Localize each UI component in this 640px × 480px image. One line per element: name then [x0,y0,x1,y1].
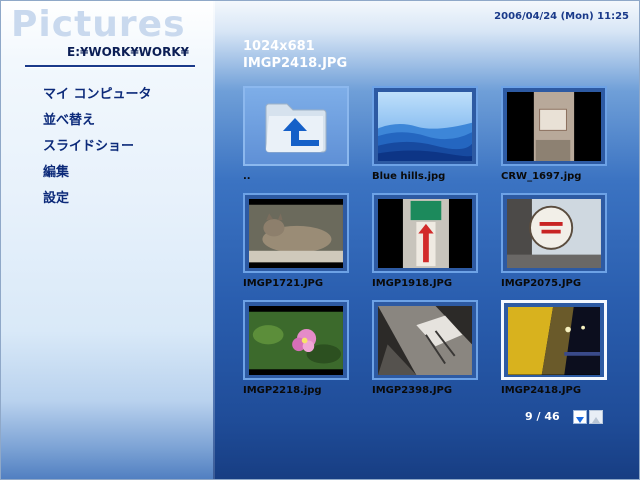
triangle-down-icon [576,417,584,423]
thumbnail-crw-1697[interactable]: CRW_1697.jpg [501,86,611,186]
thumbnail-label: .. [243,171,251,182]
menu-item-edit[interactable]: 編集 [43,165,152,191]
thumbnail-blue-hills[interactable]: Blue hills.jpg [372,86,482,186]
thumbnail-frame[interactable] [501,86,607,166]
clock: 2006/04/24 (Mon) 11:25 [494,11,629,22]
thumbnail-label: Blue hills.jpg [372,171,446,182]
page-indicator: 9 / 46 [525,410,560,423]
thumbnail-imgp1918[interactable]: IMGP1918.JPG [372,193,482,293]
thumbnail-frame[interactable] [243,86,349,166]
thumbnail-frame[interactable] [501,300,607,380]
selected-resolution: 1024x681 [243,39,315,54]
thumbnail-grid: .. Blue hills.jpg CRW_1697.jpg IMGP1721.… [243,86,618,406]
menu-item-my-computer[interactable]: マイ コンピュータ [43,87,152,113]
thumbnail-frame[interactable] [372,86,478,166]
menu-item-settings[interactable]: 設定 [43,191,152,217]
folder-up-icon [265,103,327,153]
selected-filename: IMGP2418.JPG [243,56,348,71]
thumbnail-frame[interactable] [243,193,349,273]
photo-flower-image [249,306,343,376]
photo-night-street-image [508,307,600,375]
triangle-up-icon [592,417,600,423]
photo-cat-image [249,199,343,269]
thumbnail-label: IMGP2218.jpg [243,385,322,396]
viewer-screen: Pictures E:¥WORK¥WORK¥ マイ コンピュータ 並べ替え スラ… [0,0,640,480]
blue-hills-image [378,92,472,162]
thumbnail-label: IMGP1721.JPG [243,278,324,289]
photo-sign-image [507,92,601,162]
photo-building-image [378,306,472,376]
thumbnail-frame[interactable] [243,300,349,380]
path-divider [25,65,195,67]
app-title: Pictures [11,4,186,45]
thumbnail-parent-folder[interactable]: .. [243,86,353,186]
thumbnail-label: IMGP1918.JPG [372,278,453,289]
menu-item-slideshow[interactable]: スライドショー [43,139,152,165]
sidebar-menu: マイ コンピュータ 並べ替え スライドショー 編集 設定 [43,87,152,217]
thumbnail-label: IMGP2418.JPG [501,385,582,396]
thumbnail-frame[interactable] [501,193,607,273]
sidebar: Pictures E:¥WORK¥WORK¥ マイ コンピュータ 並べ替え スラ… [1,1,213,479]
sidebar-edge [213,1,215,479]
thumbnail-imgp1721[interactable]: IMGP1721.JPG [243,193,353,293]
thumbnail-label: CRW_1697.jpg [501,171,582,182]
photo-street-sign-image [378,199,472,269]
thumbnail-label: IMGP2075.JPG [501,278,582,289]
thumbnail-label: IMGP2398.JPG [372,385,453,396]
thumbnail-imgp2218[interactable]: IMGP2218.jpg [243,300,353,400]
thumbnail-imgp2075[interactable]: IMGP2075.JPG [501,193,611,293]
menu-item-sort[interactable]: 並べ替え [43,113,152,139]
thumbnail-frame[interactable] [372,193,478,273]
thumbnail-imgp2398[interactable]: IMGP2398.JPG [372,300,482,400]
next-page-button[interactable] [573,410,587,424]
prev-page-button[interactable] [589,410,603,424]
photo-shop-sign-image [507,199,601,269]
thumbnail-imgp2418[interactable]: IMGP2418.JPG [501,300,611,400]
thumbnail-frame[interactable] [372,300,478,380]
folder-path: E:¥WORK¥WORK¥ [67,45,189,59]
